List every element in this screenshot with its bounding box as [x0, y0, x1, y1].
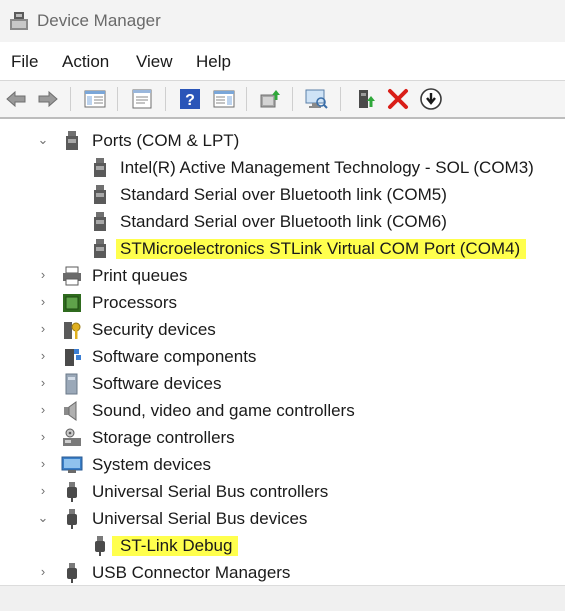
tree-item-ports[interactable]: ⌄ Ports (COM & LPT)	[0, 127, 565, 154]
software-component-icon	[65, 349, 81, 366]
tree-item-sound[interactable]: › Sound, video and game controllers	[0, 397, 565, 424]
menu-bar: File Action View Help	[0, 42, 565, 81]
tree-item-st-link-debug[interactable]: ST-Link Debug	[0, 532, 565, 559]
forward-icon[interactable]	[36, 87, 60, 111]
device-tree[interactable]: ⌄ Ports (COM & LPT) Intel(R) Active Mana…	[0, 122, 565, 583]
toolbar: ?	[0, 81, 565, 119]
chevron-right-icon[interactable]: ›	[36, 430, 50, 444]
menu-file[interactable]: File	[11, 52, 38, 72]
tree-item-system-devices[interactable]: › System devices	[0, 451, 565, 478]
port-icon	[66, 131, 78, 150]
tree-item-usb-devices[interactable]: ⌄ Universal Serial Bus devices	[0, 505, 565, 532]
printer-icon	[63, 266, 81, 286]
usb-icon	[67, 509, 77, 529]
chevron-right-icon[interactable]: ›	[36, 349, 50, 363]
usb-icon	[67, 563, 77, 583]
tree-item-label: Intel(R) Active Management Technology - …	[120, 158, 534, 177]
status-bar	[0, 585, 565, 611]
chevron-right-icon[interactable]: ›	[36, 322, 50, 336]
software-device-icon	[65, 373, 78, 395]
port-icon	[94, 158, 106, 177]
tree-item-label: Universal Serial Bus controllers	[92, 482, 329, 501]
tree-item-label: Processors	[92, 293, 178, 312]
tree-item-usb-connector-managers[interactable]: › USB Connector Managers	[0, 559, 565, 586]
tree-item-label: Ports (COM & LPT)	[92, 131, 240, 150]
tree-item-stlink-com4[interactable]: STMicroelectronics STLink Virtual COM Po…	[0, 235, 565, 262]
tree-item-label: STMicroelectronics STLink Virtual COM Po…	[116, 239, 527, 259]
svg-text:?: ?	[185, 92, 195, 109]
title-bar: Device Manager	[0, 0, 565, 42]
toolbar-separator	[246, 87, 247, 111]
uninstall-device-icon[interactable]	[386, 87, 410, 111]
chevron-down-icon[interactable]: ⌄	[36, 133, 50, 147]
chevron-right-icon[interactable]: ›	[36, 484, 50, 498]
tree-item-label: Sound, video and game controllers	[92, 401, 355, 420]
download-icon[interactable]	[419, 87, 443, 111]
tree-item-label: Standard Serial over Bluetooth link (COM…	[120, 185, 447, 204]
tree-item-software-components[interactable]: › Software components	[0, 343, 565, 370]
help-icon[interactable]: ?	[178, 87, 202, 111]
scan-hardware-icon[interactable]	[304, 87, 328, 111]
chevron-right-icon[interactable]: ›	[36, 268, 50, 282]
chevron-down-icon[interactable]: ⌄	[36, 511, 50, 525]
speaker-icon	[64, 401, 77, 421]
chevron-right-icon[interactable]: ›	[36, 376, 50, 390]
back-icon[interactable]	[4, 87, 28, 111]
tree-item-intel-sol[interactable]: Intel(R) Active Management Technology - …	[0, 154, 565, 181]
tree-item-label: Security devices	[92, 320, 216, 339]
chevron-right-icon[interactable]: ›	[36, 565, 50, 579]
update-driver-icon[interactable]	[258, 87, 282, 111]
tree-item-processors[interactable]: › Processors	[0, 289, 565, 316]
toolbar-separator	[292, 87, 293, 111]
processor-icon	[63, 294, 81, 312]
enable-device-icon[interactable]	[353, 87, 377, 111]
tree-item-software-devices[interactable]: › Software devices	[0, 370, 565, 397]
tree-item-label: System devices	[92, 455, 212, 474]
tree-item-storage-controllers[interactable]: › Storage controllers	[0, 424, 565, 451]
tree-item-print-queues[interactable]: › Print queues	[0, 262, 565, 289]
usb-icon	[95, 536, 105, 556]
tree-item-label: Software components	[92, 347, 257, 366]
toolbar-separator	[70, 87, 71, 111]
tree-item-security-devices[interactable]: › Security devices	[0, 316, 565, 343]
tree-item-label: Storage controllers	[92, 428, 235, 447]
show-hide-tree-icon[interactable]	[83, 87, 107, 111]
tree-item-label: Standard Serial over Bluetooth link (COM…	[120, 212, 447, 231]
tree-item-label: ST-Link Debug	[112, 536, 239, 556]
menu-action[interactable]: Action	[62, 52, 109, 72]
usb-icon	[67, 482, 77, 502]
chevron-right-icon[interactable]: ›	[36, 457, 50, 471]
storage-controller-icon	[63, 428, 81, 446]
toolbar-separator	[165, 87, 166, 111]
chevron-right-icon[interactable]: ›	[36, 295, 50, 309]
tree-item-bt-com5[interactable]: Standard Serial over Bluetooth link (COM…	[0, 181, 565, 208]
tree-item-label: USB Connector Managers	[92, 563, 291, 582]
port-icon	[94, 239, 106, 258]
system-device-icon	[61, 456, 83, 473]
port-icon	[94, 185, 106, 204]
properties-icon[interactable]	[130, 87, 154, 111]
port-icon	[94, 212, 106, 231]
tree-item-label: Software devices	[92, 374, 222, 393]
toolbar-separator	[117, 87, 118, 111]
console-tree-icon[interactable]	[212, 87, 236, 111]
tree-item-label: Print queues	[92, 266, 188, 285]
tree-item-bt-com6[interactable]: Standard Serial over Bluetooth link (COM…	[0, 208, 565, 235]
window-title: Device Manager	[37, 11, 161, 30]
toolbar-separator	[340, 87, 341, 111]
menu-view[interactable]: View	[136, 52, 173, 72]
chevron-right-icon[interactable]: ›	[36, 403, 50, 417]
security-key-icon	[64, 322, 81, 339]
device-manager-icon	[10, 12, 28, 30]
menu-help[interactable]: Help	[196, 52, 231, 72]
tree-item-label: Universal Serial Bus devices	[92, 509, 308, 528]
tree-item-usb-controllers[interactable]: › Universal Serial Bus controllers	[0, 478, 565, 505]
